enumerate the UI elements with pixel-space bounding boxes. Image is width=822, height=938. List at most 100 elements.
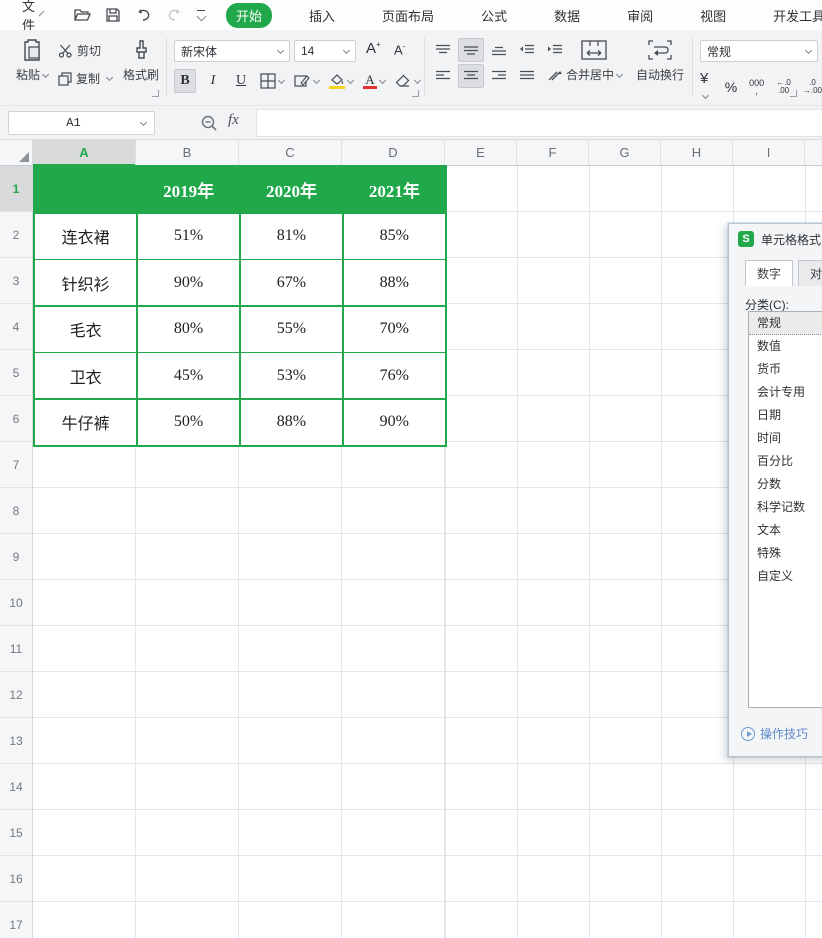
cell-D1[interactable]: 2021年 (344, 167, 445, 212)
clipboard-dialog-launcher[interactable] (152, 90, 159, 97)
copy-dropdown-icon[interactable] (106, 74, 113, 81)
row-header[interactable]: 10 (0, 580, 32, 626)
column-header[interactable]: H (661, 140, 733, 165)
column-header[interactable]: E (445, 140, 517, 165)
thousand-separator-button[interactable]: 000, (749, 79, 764, 95)
align-bottom-button[interactable] (486, 38, 512, 62)
category-item[interactable]: 会计专用 (749, 381, 822, 404)
value-2021-cell[interactable]: 76% (344, 353, 445, 398)
undo-icon[interactable] (135, 8, 152, 23)
row-header[interactable]: 7 (0, 442, 32, 488)
bold-button[interactable]: B (174, 69, 196, 93)
decrease-decimal-button[interactable]: ←.0.00 (776, 79, 791, 95)
value-2021-cell[interactable]: 88% (344, 260, 445, 305)
cell-A1-selected[interactable] (35, 167, 136, 212)
align-right-button[interactable] (486, 64, 512, 88)
select-all-corner[interactable] (0, 140, 33, 166)
ribbon-tab[interactable]: 开始 (226, 3, 272, 28)
font-dialog-launcher[interactable] (412, 90, 419, 97)
dialog-tab[interactable]: 数字 (745, 260, 793, 286)
ribbon-tab[interactable]: 数据 (544, 3, 590, 28)
item-name-cell[interactable]: 卫衣 (35, 353, 136, 398)
ribbon-tab[interactable]: 插入 (299, 3, 345, 28)
value-2021-cell[interactable]: 85% (344, 214, 445, 259)
value-2020-cell[interactable]: 53% (241, 353, 342, 398)
redo-icon[interactable] (166, 8, 183, 23)
ribbon-tab[interactable]: 审阅 (617, 3, 663, 28)
row-header[interactable]: 6 (0, 396, 32, 442)
chevron-down-icon[interactable] (140, 118, 147, 125)
cut-button[interactable]: 剪切 (58, 42, 101, 59)
currency-button[interactable]: ¥ (700, 70, 713, 104)
align-left-button[interactable] (430, 64, 456, 88)
column-header[interactable]: F (517, 140, 589, 165)
increase-decimal-button[interactable]: .0→.00 (803, 79, 822, 95)
wrap-text-button[interactable]: 自动换行 (632, 38, 688, 84)
category-item[interactable]: 日期 (749, 404, 822, 427)
value-2021-cell[interactable]: 90% (344, 400, 445, 445)
category-item[interactable]: 数值 (749, 335, 822, 358)
value-2019-cell[interactable]: 51% (138, 214, 239, 259)
decrease-indent-button[interactable] (514, 38, 540, 62)
row-header[interactable]: 12 (0, 672, 32, 718)
justify-button[interactable] (514, 64, 540, 88)
column-header[interactable]: A (33, 140, 136, 165)
paste-dropdown-icon[interactable] (42, 71, 49, 78)
decrease-font-button[interactable]: A- (394, 42, 405, 57)
value-2019-cell[interactable]: 90% (138, 260, 239, 305)
cell-C1[interactable]: 2020年 (241, 167, 342, 212)
value-2020-cell[interactable]: 81% (241, 214, 342, 259)
dialog-tab[interactable]: 对齐 (798, 260, 822, 286)
category-item[interactable]: 货币 (749, 358, 822, 381)
row-header[interactable]: 5 (0, 350, 32, 396)
category-item[interactable]: 文本 (749, 519, 822, 542)
font-name-select[interactable]: 新宋体 (174, 40, 290, 62)
column-header[interactable]: B (136, 140, 239, 165)
category-item[interactable]: 特殊 (749, 542, 822, 565)
ribbon-tab[interactable]: 公式 (471, 3, 517, 28)
font-size-select[interactable]: 14 (294, 40, 356, 62)
row-header[interactable]: 1 (0, 166, 32, 212)
item-name-cell[interactable]: 牛仔裤 (35, 400, 136, 445)
row-header[interactable]: 2 (0, 212, 32, 258)
cell-B1[interactable]: 2019年 (138, 167, 239, 212)
paste-button[interactable]: 粘贴 (10, 38, 54, 84)
fx-icon[interactable]: fx (228, 112, 239, 129)
value-2021-cell[interactable]: 70% (344, 307, 445, 352)
ribbon-tab[interactable]: 视图 (690, 3, 736, 28)
copy-button[interactable]: 复制 (58, 70, 112, 87)
save-icon[interactable] (105, 7, 121, 23)
align-center-button[interactable] (458, 64, 484, 88)
row-header[interactable]: 11 (0, 626, 32, 672)
row-header[interactable]: 3 (0, 258, 32, 304)
value-2019-cell[interactable]: 50% (138, 400, 239, 445)
draw-border-button[interactable] (292, 69, 321, 93)
align-top-button[interactable] (430, 38, 456, 62)
number-format-select[interactable]: 常规 (700, 40, 818, 62)
value-2019-cell[interactable]: 80% (138, 307, 239, 352)
item-name-cell[interactable]: 针织衫 (35, 260, 136, 305)
value-2019-cell[interactable]: 45% (138, 353, 239, 398)
column-header[interactable]: I (733, 140, 805, 165)
column-header[interactable]: D (342, 140, 445, 165)
category-item[interactable]: 科学记数 (749, 496, 822, 519)
row-header[interactable]: 16 (0, 856, 32, 902)
borders-button[interactable] (258, 69, 286, 93)
formula-input[interactable] (256, 109, 822, 137)
value-2020-cell[interactable]: 55% (241, 307, 342, 352)
percent-button[interactable]: % (725, 79, 737, 95)
row-header[interactable]: 17 (0, 902, 32, 938)
align-middle-button[interactable] (458, 38, 484, 62)
item-name-cell[interactable]: 连衣裙 (35, 214, 136, 259)
row-header[interactable]: 4 (0, 304, 32, 350)
tips-link[interactable]: 操作技巧 (741, 725, 808, 742)
file-menu[interactable]: 文件 (22, 0, 35, 34)
column-header[interactable]: G (589, 140, 661, 165)
category-item[interactable]: 百分比 (749, 450, 822, 473)
value-2020-cell[interactable]: 88% (241, 400, 342, 445)
row-header[interactable]: 9 (0, 534, 32, 580)
category-item[interactable]: 自定义 (749, 565, 822, 588)
italic-button[interactable]: I (202, 69, 224, 93)
zoom-icon[interactable] (200, 114, 218, 132)
underline-button[interactable]: U (230, 69, 252, 93)
